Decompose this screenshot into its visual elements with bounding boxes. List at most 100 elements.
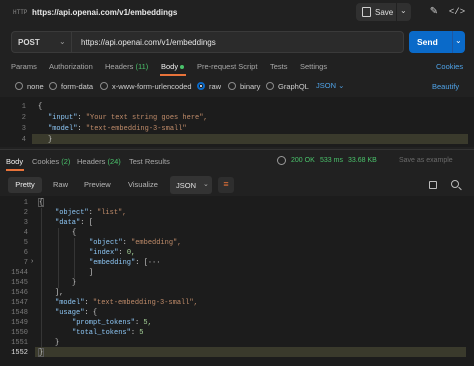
radio-urlencoded[interactable] [100,82,108,90]
tab-body[interactable]: Body [161,62,185,71]
code-line: ], [55,289,64,297]
response-tab-body[interactable]: Body [6,157,23,166]
status-code[interactable]: 200 OK [291,157,315,164]
code-line[interactable]: "embedding": [··· [89,259,160,267]
code-line: "object": "embedding", [89,239,182,247]
code-line: { [38,103,43,111]
chevron-down-icon[interactable]: ⌄ [400,6,407,15]
code-line: "total_tokens": 5 [72,329,144,337]
tab-headers-label: Headers [105,62,134,71]
response-tab-cookies-label: Cookies [32,157,60,166]
code-line: "index": 0, [89,249,136,257]
tab-params[interactable]: Params [11,62,37,71]
chevron-right-icon[interactable]: › [31,258,33,265]
code-icon[interactable]: </> [448,3,466,21]
title-bar: HTTP https://api.openai.com/v1/embedding… [0,0,474,26]
save-label: Save [375,8,394,17]
indent-guide [58,228,59,288]
edit-icon[interactable]: ✎ [425,3,443,21]
send-divider [452,31,453,53]
radio-raw[interactable] [197,82,205,90]
line-number: 2 [21,114,26,122]
http-icon: HTTP [13,9,28,16]
line-number: 1546 [11,289,28,297]
tab-settings[interactable]: Settings [300,62,327,71]
code-line: "input": "Your text string goes here", [48,114,208,122]
radio-binary-label: binary [240,82,261,91]
radio-form-data[interactable] [49,82,57,90]
response-time[interactable]: 533 ms [320,157,343,164]
globe-icon[interactable] [277,156,286,165]
tab-body-label: Body [161,62,179,71]
line-number: 1 [21,103,26,111]
url-input[interactable]: https://api.openai.com/v1/embeddings [71,31,404,53]
response-tab-test-results[interactable]: Test Results [129,157,170,166]
current-line-highlight [35,347,466,357]
radio-binary[interactable] [228,82,236,90]
body-format-select[interactable]: JSON ⌄ [316,81,344,90]
wrap-lines-icon[interactable]: ≡ [218,177,234,193]
code-line: } [39,349,44,357]
response-tab-cookies-count: (2) [61,157,71,166]
search-icon[interactable] [451,180,459,188]
line-number: 1544 [11,269,28,277]
code-line: ] [89,269,94,277]
line-number: 6 [23,249,28,257]
save-icon [362,7,371,17]
code-line: { [39,199,44,207]
response-tab-cookies[interactable]: Cookies (2) [32,157,70,166]
tab-tests[interactable]: Tests [270,62,288,71]
radio-form-data-label: form-data [61,82,94,91]
send-label: Send [417,37,438,47]
radio-none[interactable] [15,82,23,90]
response-format-label: JSON [176,181,197,190]
response-tab-headers-count: (24) [107,157,121,166]
view-preview-button[interactable]: Preview [84,177,111,193]
line-number: 1549 [11,319,28,327]
code-line: } [48,136,53,144]
view-visualize-button[interactable]: Visualize [128,177,158,193]
tab-headers[interactable]: Headers (11) [105,62,148,71]
indent-guide [41,208,42,347]
send-button[interactable]: Send ⌄ [409,31,465,53]
line-number: 3 [21,125,26,133]
code-line: "object": "list", [55,209,127,217]
response-format-select[interactable]: JSON ⌄ [170,176,212,194]
pane-divider[interactable] [0,149,474,150]
tab-authorization[interactable]: Authorization [49,62,93,71]
response-tab-headers[interactable]: Headers (24) [77,157,121,166]
tab-headers-count: (11) [135,62,149,71]
view-raw-button[interactable]: Raw [53,177,68,193]
body-format-label: JSON [316,81,337,90]
beautify-link[interactable]: Beautify [432,82,459,91]
save-button[interactable]: Save ⌄ [356,3,411,21]
radio-graphql[interactable] [266,82,274,90]
current-line-highlight [32,134,468,144]
line-number: 5 [23,239,28,247]
line-number: 1 [23,199,28,207]
code-line: { [72,229,77,237]
code-line: "usage": { [55,309,98,317]
chevron-down-icon: ⌄ [59,37,66,46]
response-tab-headers-label: Headers [77,157,106,166]
line-number: 1548 [11,309,28,317]
chevron-down-icon[interactable]: ⌄ [455,36,462,45]
code-line: "prompt_tokens": 5, [72,319,152,327]
copy-icon[interactable] [429,181,437,189]
active-tab-indicator [160,74,186,76]
method-select[interactable]: POST ⌄ [11,31,71,53]
line-number: 1551 [11,339,28,347]
view-pretty-button[interactable]: Pretty [8,177,42,193]
line-number: 3 [23,219,28,227]
response-size[interactable]: 33.68 KB [348,157,377,164]
request-title[interactable]: https://api.openai.com/v1/embeddings [32,8,177,17]
code-line: "data": [ [55,219,93,227]
code-line: } [55,339,60,347]
save-as-example-button[interactable]: Save as example [399,157,453,164]
radio-urlencoded-label: x-www-form-urlencoded [112,82,192,91]
code-line: } [72,279,77,287]
tab-pre-request-script[interactable]: Pre-request Script [197,62,257,71]
modified-dot-icon [180,65,185,70]
cookies-link[interactable]: Cookies [436,62,463,71]
line-number: 1545 [11,279,28,287]
